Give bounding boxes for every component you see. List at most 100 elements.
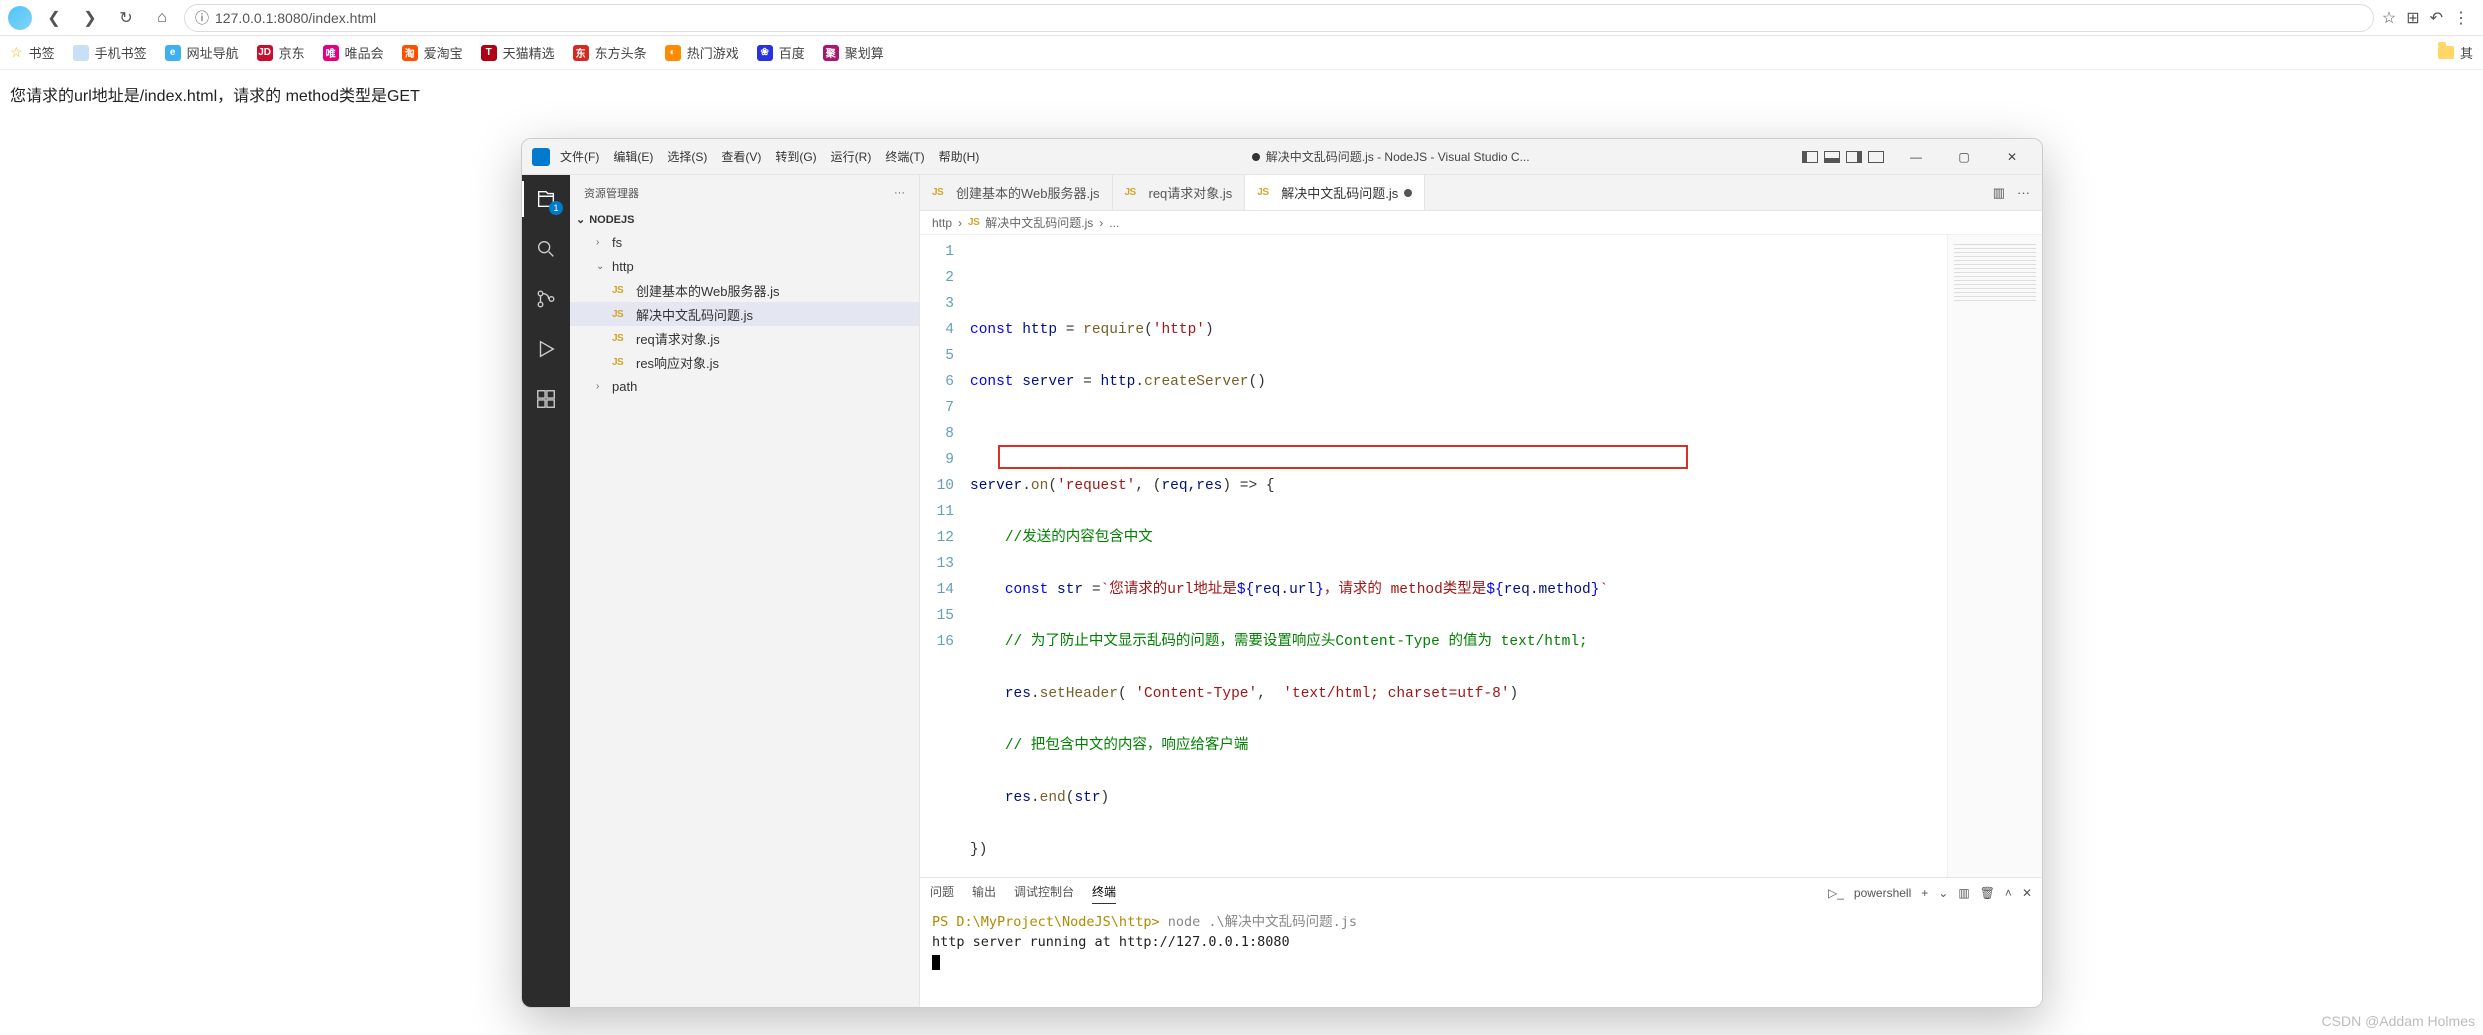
vscode-logo-icon [532, 148, 550, 166]
activity-bar: 1 [522, 175, 570, 1007]
bookmark-item[interactable]: 东东方头条 [573, 43, 647, 62]
nav-back-button[interactable]: ❮ [40, 4, 68, 32]
browser-toolbar: ❮ ❯ ↻ ⌂ ⓘ 127.0.0.1:8080/index.html ☆ ⊞ … [0, 0, 2483, 36]
menu-run[interactable]: 运行(R) [831, 148, 872, 165]
browser-logo-icon [8, 6, 32, 30]
window-close-button[interactable]: ✕ [1992, 143, 2032, 171]
file-item[interactable]: JS解决中文乱码问题.js [570, 302, 919, 326]
folder-path[interactable]: ›path [570, 374, 919, 398]
bookmark-item[interactable]: ◐热门游戏 [665, 43, 739, 62]
nav-reload-button[interactable]: ↻ [112, 4, 140, 32]
code-content[interactable]: const http = require('http') const serve… [970, 235, 1947, 877]
extensions-icon[interactable]: ⊞ [2406, 8, 2419, 28]
unsaved-dot-icon [1252, 153, 1260, 161]
editor-tab[interactable]: JS创建基本的Web服务器.js [920, 175, 1113, 210]
editor-tab[interactable]: JS解决中文乱码问题.js [1245, 175, 1425, 210]
site-info-icon[interactable]: ⓘ [195, 8, 209, 28]
window-maximize-button[interactable]: ▢ [1944, 143, 1984, 171]
annotation-highlight [998, 445, 1688, 469]
bookmark-item[interactable]: JD京东 [257, 43, 305, 62]
terminal-shell-label[interactable]: powershell [1854, 886, 1911, 900]
menu-terminal[interactable]: 终端(T) [885, 148, 924, 165]
menu-go[interactable]: 转到(G) [775, 148, 816, 165]
file-item[interactable]: JS创建基本的Web服务器.js [570, 278, 919, 302]
editor-tab[interactable]: JSreq请求对象.js [1113, 175, 1246, 210]
panel-tab-output[interactable]: 输出 [972, 883, 996, 903]
nav-home-button[interactable]: ⌂ [148, 4, 176, 32]
panel-tab-debug-console[interactable]: 调试控制台 [1014, 883, 1074, 903]
bookmark-item[interactable]: 手机书签 [73, 43, 147, 62]
panel-tab-terminal[interactable]: 终端 [1092, 883, 1116, 904]
editor-tabs: JS创建基本的Web服务器.js JSreq请求对象.js JS解决中文乱码问题… [920, 175, 2042, 211]
activity-search-icon[interactable] [532, 235, 560, 263]
nav-forward-button[interactable]: ❯ [76, 4, 104, 32]
file-item[interactable]: JSreq请求对象.js [570, 326, 919, 350]
terminal-new-button[interactable]: + [1921, 886, 1928, 900]
bookmark-item[interactable]: T天猫精选 [481, 43, 555, 62]
folder-http[interactable]: ⌄http [570, 254, 919, 278]
js-file-icon: JS [932, 187, 950, 198]
bookmark-item[interactable]: 聚聚划算 [823, 43, 884, 62]
terminal-cursor-icon [932, 955, 940, 970]
folder-fs[interactable]: ›fs [570, 230, 919, 254]
terminal-trash-icon[interactable]: 🗑 [1980, 886, 1995, 900]
favicon-icon [73, 45, 89, 61]
bookmark-item[interactable]: ❀百度 [757, 43, 805, 62]
chevron-down-icon[interactable]: ⌄ [1938, 886, 1948, 900]
dirty-indicator-icon [1404, 189, 1412, 197]
vscode-window: 文件(F) 编辑(E) 选择(S) 查看(V) 转到(G) 运行(R) 终端(T… [521, 138, 2043, 1008]
split-editor-icon[interactable]: ▥ [1993, 185, 2005, 201]
activity-extensions-icon[interactable] [532, 385, 560, 413]
terminal-close-icon[interactable]: ✕ [2022, 886, 2032, 900]
terminal-shell-icon[interactable]: ▷_ [1828, 886, 1844, 900]
sidebar-more-icon[interactable]: ··· [894, 187, 905, 199]
more-menu-icon[interactable]: ⋮ [2453, 8, 2469, 28]
favicon-icon: e [165, 45, 181, 61]
bookmark-folder[interactable]: 其 [2438, 43, 2473, 62]
breadcrumb[interactable]: http› JS解决中文乱码问题.js› ... [920, 211, 2042, 235]
layout-right-icon[interactable] [1846, 151, 1862, 163]
explorer-root[interactable]: ⌄ NODEJS [570, 211, 919, 228]
code-editor[interactable]: 1234 5678 9101112 13141516 const http = … [920, 235, 2042, 877]
favicon-icon: T [481, 45, 497, 61]
folder-icon [2438, 46, 2454, 59]
star-icon: ☆ [10, 44, 23, 61]
address-bar[interactable]: ⓘ 127.0.0.1:8080/index.html [184, 4, 2374, 32]
favicon-icon: ◐ [665, 45, 681, 61]
bookmark-item[interactable]: ☆书签 [10, 43, 55, 62]
layout-customize-icon[interactable] [1868, 151, 1884, 163]
bottom-panel: 问题 输出 调试控制台 终端 ▷_ powershell + ⌄ ▥ 🗑 ˄ ✕ [920, 877, 2042, 1007]
chevron-right-icon: › [1099, 216, 1103, 230]
bookmark-item[interactable]: e网址导航 [165, 43, 239, 62]
chevron-right-icon: › [596, 381, 606, 392]
terminal-split-icon[interactable]: ▥ [1958, 886, 1969, 900]
undo-icon[interactable]: ↶ [2430, 8, 2443, 28]
explorer-sidebar: 资源管理器 ··· ⌄ NODEJS ›fs ⌄http JS创建基本的Web服… [570, 175, 920, 1007]
tab-more-icon[interactable]: ··· [2017, 185, 2030, 200]
terminal-maximize-icon[interactable]: ˄ [2005, 886, 2012, 900]
activity-source-control-icon[interactable] [532, 285, 560, 313]
activity-explorer-icon[interactable]: 1 [532, 185, 560, 213]
bookmark-star-icon[interactable]: ☆ [2382, 8, 2396, 28]
layout-left-icon[interactable] [1802, 151, 1818, 163]
menu-view[interactable]: 查看(V) [721, 148, 761, 165]
menu-edit[interactable]: 编辑(E) [613, 148, 653, 165]
file-item[interactable]: JSres响应对象.js [570, 350, 919, 374]
menu-help[interactable]: 帮助(H) [939, 148, 980, 165]
js-file-icon: JS [612, 309, 630, 320]
terminal-content[interactable]: PS D:\MyProject\NodeJS\http> node .\解决中文… [920, 908, 2042, 1007]
minimap[interactable] [1947, 235, 2042, 877]
bookmark-item[interactable]: 淘爱淘宝 [402, 43, 463, 62]
menu-file[interactable]: 文件(F) [560, 148, 599, 165]
layout-bottom-icon[interactable] [1824, 151, 1840, 163]
js-file-icon: JS [968, 217, 979, 228]
menu-selection[interactable]: 选择(S) [667, 148, 707, 165]
chevron-right-icon: › [596, 237, 606, 248]
activity-run-debug-icon[interactable] [532, 335, 560, 363]
window-minimize-button[interactable]: — [1896, 143, 1936, 171]
bookmark-item[interactable]: 唯唯品会 [323, 43, 384, 62]
panel-tab-problems[interactable]: 问题 [930, 883, 954, 903]
js-file-icon: JS [1257, 187, 1275, 198]
bookmarks-bar: ☆书签 手机书签 e网址导航 JD京东 唯唯品会 淘爱淘宝 T天猫精选 东东方头… [0, 36, 2483, 70]
editor-area: JS创建基本的Web服务器.js JSreq请求对象.js JS解决中文乱码问题… [920, 175, 2042, 1007]
